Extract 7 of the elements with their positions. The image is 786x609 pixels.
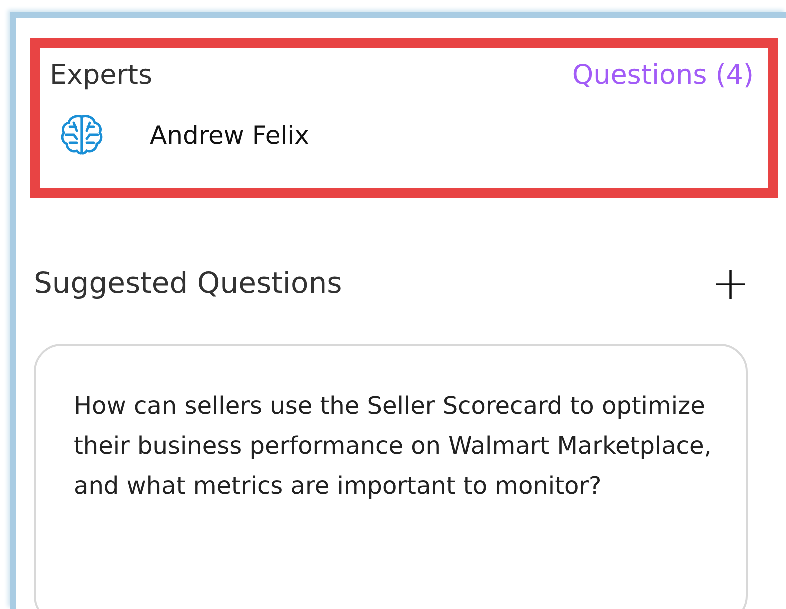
expert-name[interactable]: Andrew Felix — [150, 120, 310, 150]
experts-heading: Experts — [50, 60, 153, 91]
questions-link[interactable]: Questions (4) — [572, 60, 754, 91]
question-text: How can sellers use the Seller Scorecard to optimize their business performance on Walmart Marketplace, and what metrics are important to monitor? — [74, 391, 713, 502]
section-heading: Suggested Questions — [34, 266, 342, 300]
add-button[interactable]: + — [707, 260, 754, 306]
question-card[interactable]: How can sellers use the Seller Scorecard to optimize their business performance on Walmart Marketplace, and what metrics are important to monitor? — [34, 344, 748, 609]
